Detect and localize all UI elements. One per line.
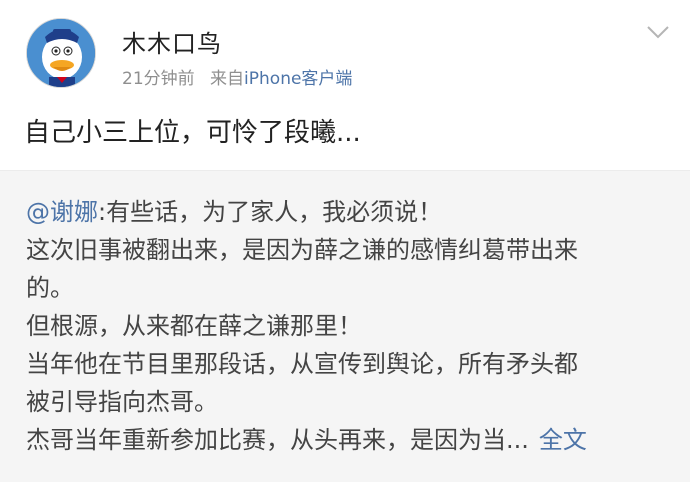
post-meta: 21分钟前 来自iPhone客户端 xyxy=(122,64,352,89)
mention-link[interactable]: @谢娜 xyxy=(26,198,98,226)
username[interactable]: 木木口鸟 xyxy=(122,24,222,59)
repost-line: 但根源，从来都在薛之谦那里！ xyxy=(26,312,362,340)
source-prefix: 来自 xyxy=(210,69,245,89)
post-header: 木木口鸟 21分钟前 来自iPhone客户端 xyxy=(0,0,690,110)
post-time: 21分钟前 xyxy=(122,69,195,89)
repost-line: 的。 xyxy=(26,274,74,302)
repost-body: @谢娜:有些话，为了家人，我必须说！ 这次旧事被翻出来，是因为薛之谦的感情纠葛带… xyxy=(26,193,666,459)
weibo-post-card: 木木口鸟 21分钟前 来自iPhone客户端 自己小三上位，可怜了段曦... @… xyxy=(0,0,690,501)
user-avatar[interactable] xyxy=(26,18,96,88)
repost-line: @谢娜:有些话，为了家人，我必须说！ xyxy=(26,193,666,231)
repost-line: 这次旧事被翻出来，是因为薛之谦的感情纠葛带出来 xyxy=(26,236,578,264)
repost-box[interactable]: @谢娜:有些话，为了家人，我必须说！ 这次旧事被翻出来，是因为薛之谦的感情纠葛带… xyxy=(0,170,690,482)
donald-duck-avatar-icon xyxy=(27,19,95,87)
chevron-down-icon[interactable] xyxy=(646,24,670,40)
repost-line: 当年他在节目里那段话，从宣传到舆论，所有矛头都 xyxy=(26,350,578,378)
full-text-link[interactable]: 全文 xyxy=(539,426,587,454)
post-text: 自己小三上位，可怜了段曦... xyxy=(24,118,361,148)
bottom-divider xyxy=(0,482,690,501)
repost-text: 杰哥当年重新参加比赛，从头再来，是因为当... xyxy=(26,426,529,454)
repost-line: 杰哥当年重新参加比赛，从头再来，是因为当... 全文 xyxy=(26,421,666,459)
repost-line: 被引导指向杰哥。 xyxy=(26,388,218,416)
repost-text: :有些话，为了家人，我必须说！ xyxy=(98,198,443,226)
post-source[interactable]: iPhone客户端 xyxy=(244,69,352,89)
